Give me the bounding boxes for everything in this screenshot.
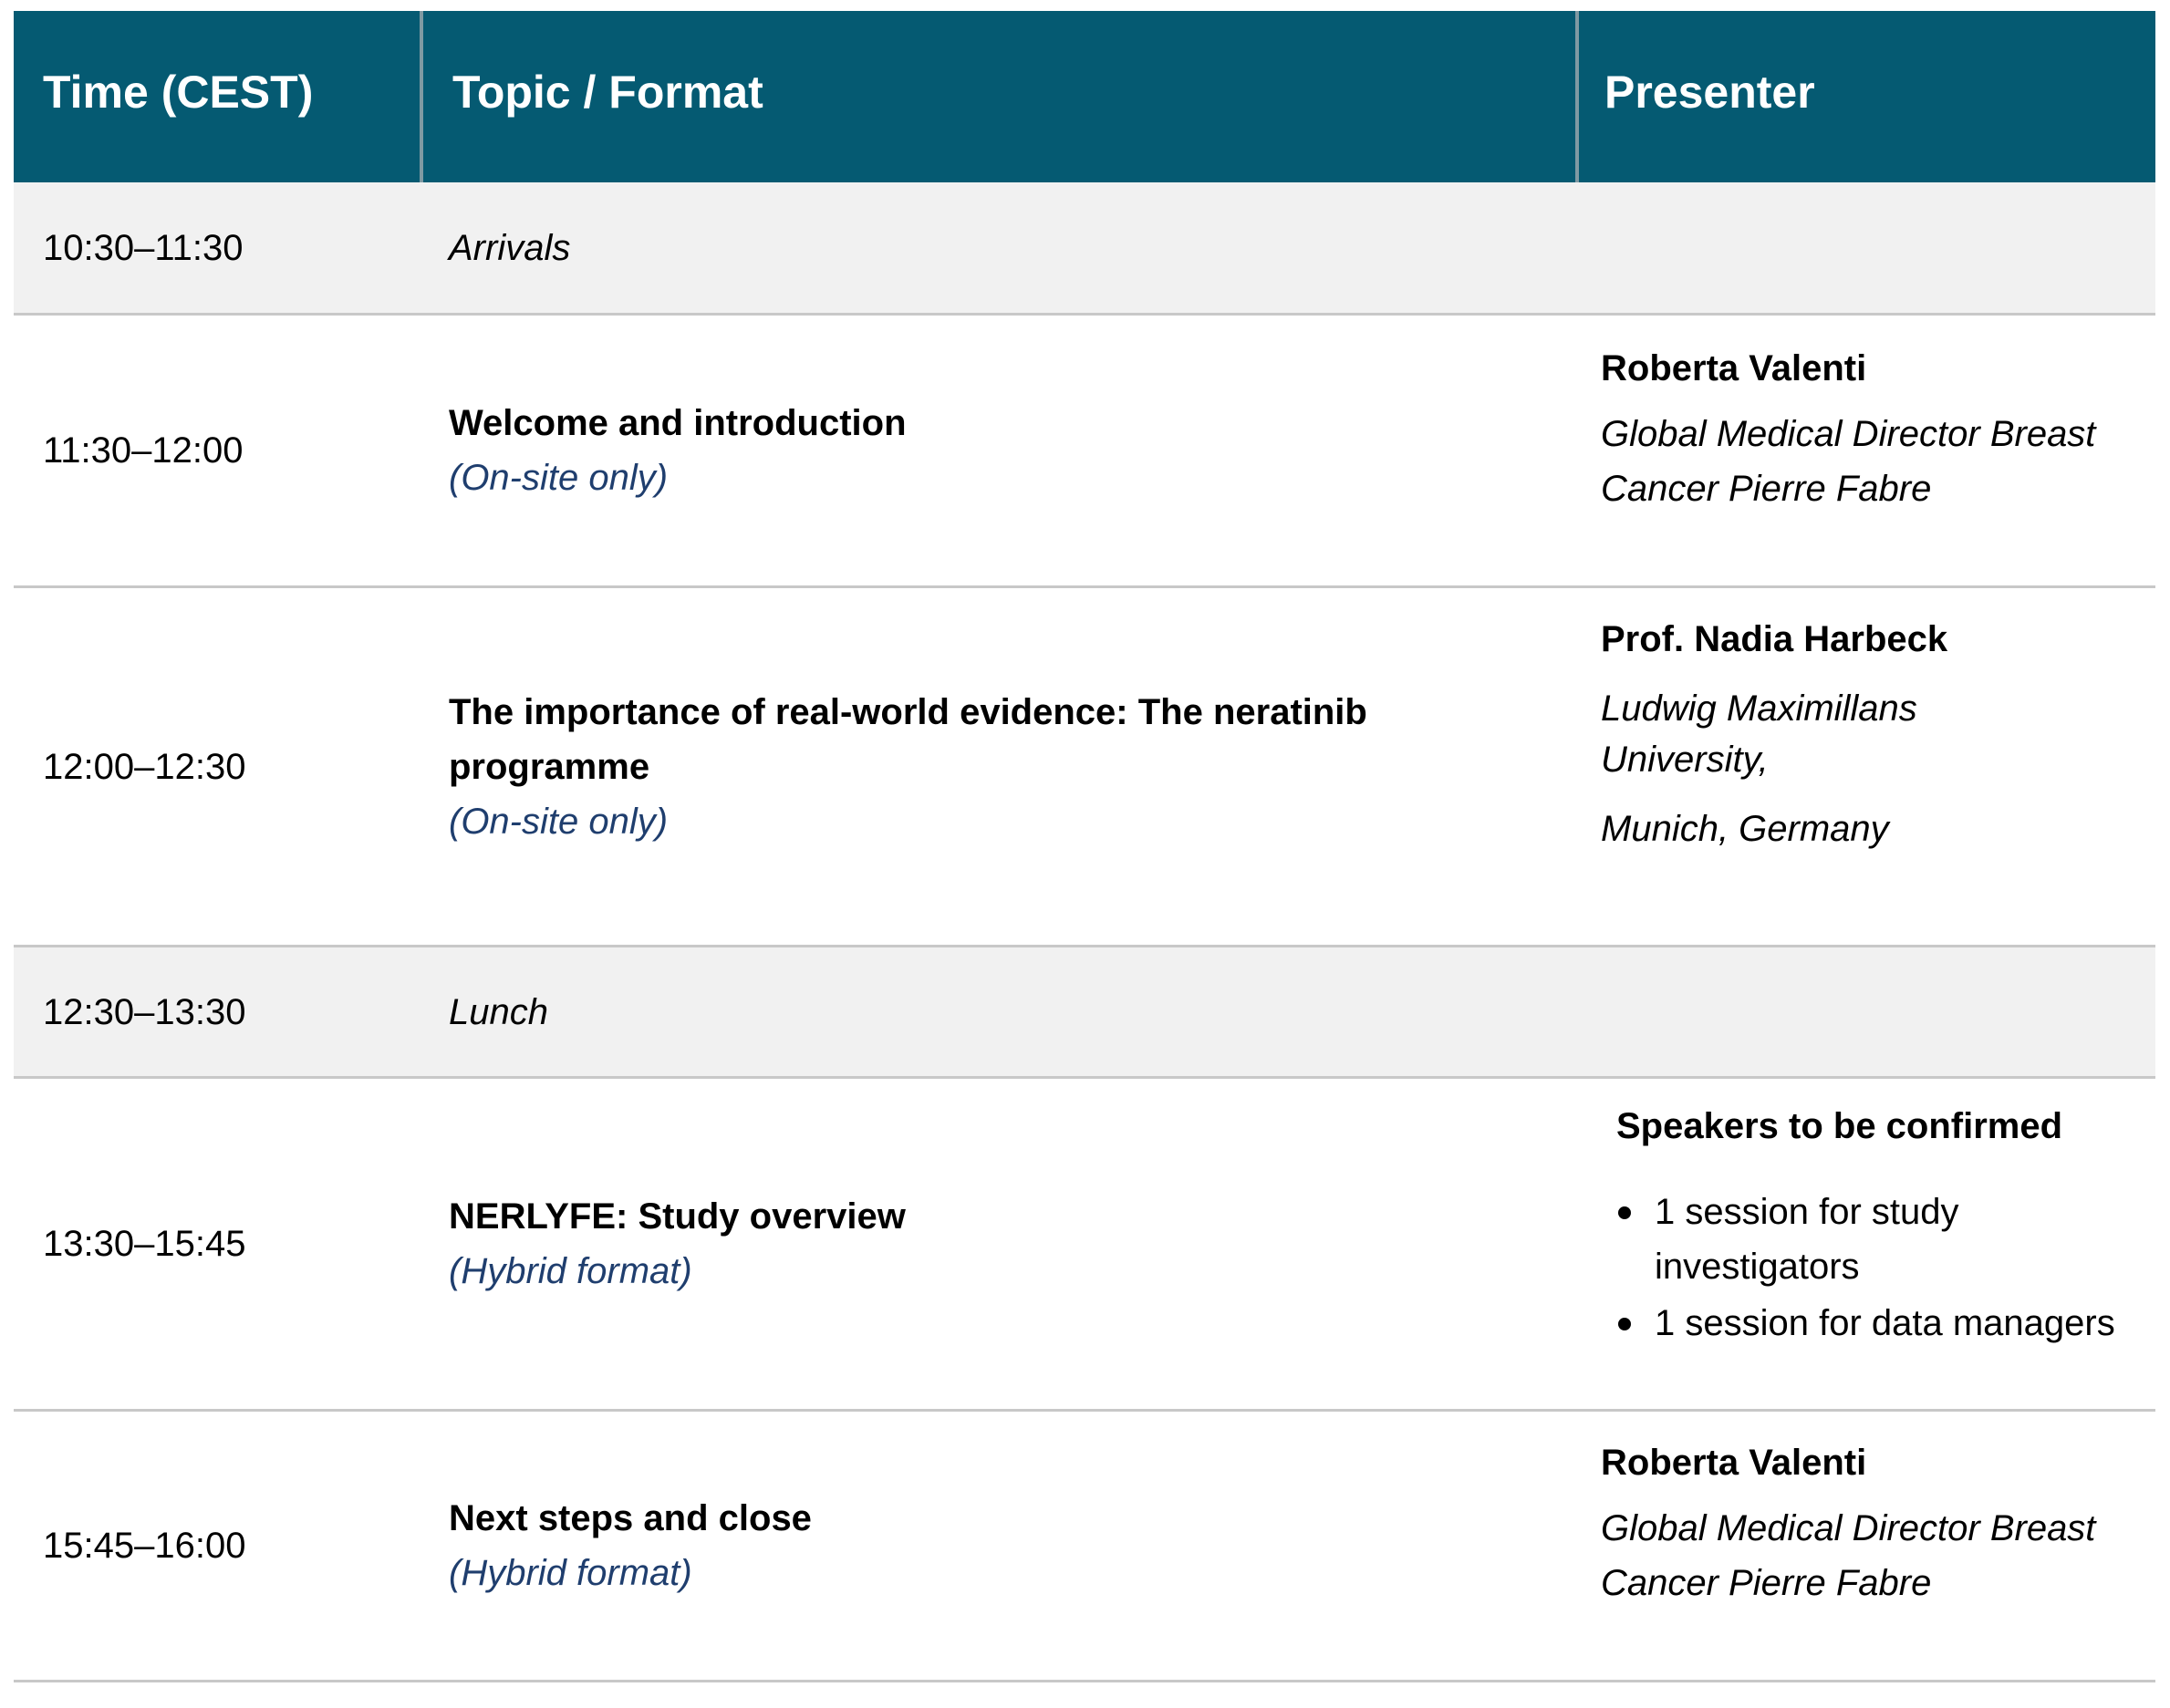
format-label: (On-site only) [449, 458, 669, 498]
topic-cell: NERLYFE: Study overview (Hybrid format) [420, 1079, 1575, 1409]
topic-cell: Welcome and introduction (On-site only) [420, 316, 1575, 585]
presenter-affiliation: Cancer Pierre Fabre [1601, 1563, 1932, 1603]
list-item: 1 session for data managers [1618, 1296, 2155, 1351]
topic-title: Next steps and close [449, 1498, 812, 1538]
presenter-affiliation: Global Medical Director Breast [1601, 1508, 2096, 1548]
agenda-table: Time (CEST) Topic / Format Presenter 10:… [14, 11, 2155, 1682]
topic-title: Welcome and introduction [449, 403, 907, 443]
presenter-affiliation: University, [1601, 740, 1769, 780]
topic-title: programme [449, 746, 650, 787]
topic-cell: The importance of real-world evidence: T… [420, 588, 1575, 945]
time-cell: 10:30–11:30 [43, 227, 244, 268]
session-list: 1 session for study investigators 1 sess… [1616, 1185, 2155, 1351]
presenter-affiliation: Cancer Pierre Fabre [1601, 469, 1932, 509]
topic-title: Lunch [449, 991, 548, 1032]
format-label: (Hybrid format) [449, 1553, 692, 1593]
time-cell: 12:00–12:30 [43, 746, 246, 787]
presenter-name: Roberta Valenti [1601, 348, 1867, 388]
presenter-cell: Roberta Valenti Global Medical Director … [1575, 1412, 2155, 1680]
table-row: 11:30–12:00 Welcome and introduction (On… [14, 316, 2155, 588]
table-row: 13:30–15:45 NERLYFE: Study overview (Hyb… [14, 1079, 2155, 1412]
presenter-cell [1575, 182, 2155, 313]
presenter-name: Speakers to be confirmed [1616, 1106, 2063, 1146]
topic-cell: Lunch [420, 947, 1575, 1076]
topic-title: The importance of real-world evidence: T… [449, 691, 1367, 732]
presenter-cell: Roberta Valenti Global Medical Director … [1575, 316, 2155, 585]
time-cell: 13:30–15:45 [43, 1224, 246, 1264]
presenter-cell: Prof. Nadia Harbeck Ludwig Maximillans U… [1575, 588, 2155, 945]
header-time: Time (CEST) [43, 67, 314, 118]
table-row: 10:30–11:30 Arrivals [14, 182, 2155, 316]
format-label: (On-site only) [449, 801, 669, 842]
table-row: 12:30–13:30 Lunch [14, 947, 2155, 1079]
time-cell: 12:30–13:30 [43, 991, 246, 1032]
list-item: 1 session for study investigators [1618, 1185, 2155, 1294]
table-row: 15:45–16:00 Next steps and close (Hybrid… [14, 1412, 2155, 1682]
topic-cell: Arrivals [420, 182, 1575, 313]
presenter-affiliation: Ludwig Maximillans [1601, 688, 1917, 729]
time-cell: 15:45–16:00 [43, 1526, 246, 1566]
topic-title: Arrivals [449, 227, 571, 268]
presenter-cell: Speakers to be confirmed 1 session for s… [1575, 1079, 2155, 1409]
presenter-name: Roberta Valenti [1601, 1443, 1867, 1483]
time-cell: 11:30–12:00 [43, 430, 244, 471]
presenter-cell [1575, 947, 2155, 1076]
presenter-affiliation: Global Medical Director Breast [1601, 414, 2096, 454]
format-label: (Hybrid format) [449, 1251, 692, 1291]
topic-cell: Next steps and close (Hybrid format) [420, 1412, 1575, 1680]
session-text: 1 session for study [1655, 1192, 1959, 1232]
header-presenter: Presenter [1575, 11, 2155, 182]
presenter-name: Prof. Nadia Harbeck [1601, 619, 1948, 659]
session-text: investigators [1655, 1247, 1860, 1287]
header-topic: Topic / Format [420, 11, 1575, 182]
table-row: 12:00–12:30 The importance of real-world… [14, 588, 2155, 947]
session-text: 1 session for data managers [1655, 1303, 2115, 1343]
topic-title: NERLYFE: Study overview [449, 1196, 906, 1237]
presenter-affiliation: Munich, Germany [1601, 809, 1889, 849]
table-header: Time (CEST) Topic / Format Presenter [14, 11, 2155, 182]
